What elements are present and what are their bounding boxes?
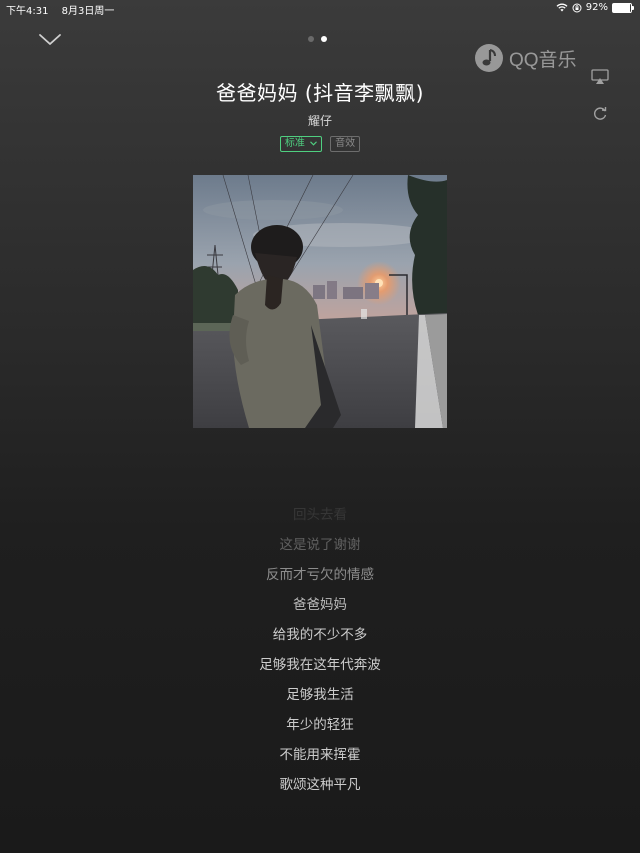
page-dot-2[interactable]: [321, 36, 327, 42]
chevron-down-icon: [39, 34, 61, 45]
status-time: 下午4:31: [6, 6, 49, 17]
song-title: 爸爸妈妈 (抖音李飘飘): [216, 81, 424, 105]
album-cover-image: [193, 175, 447, 428]
status-bar: 下午4:31 8月3日周一 92%: [0, 0, 640, 18]
battery-level-fill: [613, 3, 630, 12]
sound-effect-label: 音效: [335, 138, 356, 149]
battery-icon: [612, 2, 634, 13]
battery-percent: 92%: [585, 2, 608, 13]
lyric-line: 足够我在这年代奔波: [259, 657, 381, 673]
wifi-icon: [556, 3, 568, 12]
status-date: 8月3日周一: [61, 6, 115, 17]
lyric-line: 给我的不少不多: [272, 627, 368, 643]
collapse-button[interactable]: [38, 30, 62, 50]
qq-music-logo: QQ音乐: [474, 43, 577, 73]
lyric-line: 年少的轻狂: [286, 717, 354, 733]
lyric-line: 足够我生活: [286, 687, 354, 703]
status-right: 92%: [556, 2, 634, 13]
status-left: 下午4:31 8月3日周一: [6, 2, 124, 17]
chevron-down-icon: [310, 140, 317, 146]
lyric-line: 这是说了谢谢: [279, 537, 361, 553]
qq-music-logo-text: QQ音乐: [509, 49, 577, 71]
lyric-line: 回头去看: [293, 507, 347, 523]
album-cover[interactable]: [193, 175, 447, 428]
quality-label: 标准: [284, 138, 305, 149]
qq-music-logo-icon: [475, 44, 503, 72]
quality-selector[interactable]: 标准: [279, 136, 323, 152]
page-indicator[interactable]: [308, 36, 327, 42]
sound-effect-button[interactable]: 音效: [330, 136, 361, 152]
page-dot-1[interactable]: [308, 36, 314, 42]
artist-name[interactable]: 耀仔: [0, 112, 640, 129]
lyric-line: 歌颂这种平凡: [279, 777, 361, 793]
lyric-line: 不能用来挥霍: [279, 747, 361, 763]
orientation-lock-icon: [572, 3, 582, 12]
quality-row: 标准 音效: [0, 136, 640, 152]
lyric-line: 反而才亏欠的情感: [266, 567, 374, 583]
lyric-line: 爸爸妈妈: [293, 597, 347, 613]
lyrics-panel[interactable]: 回头去看这是说了谢谢 反而才亏欠的情感 爸爸妈妈给我的不少不多 足够我在这年代奔波 足够…: [0, 505, 640, 805]
